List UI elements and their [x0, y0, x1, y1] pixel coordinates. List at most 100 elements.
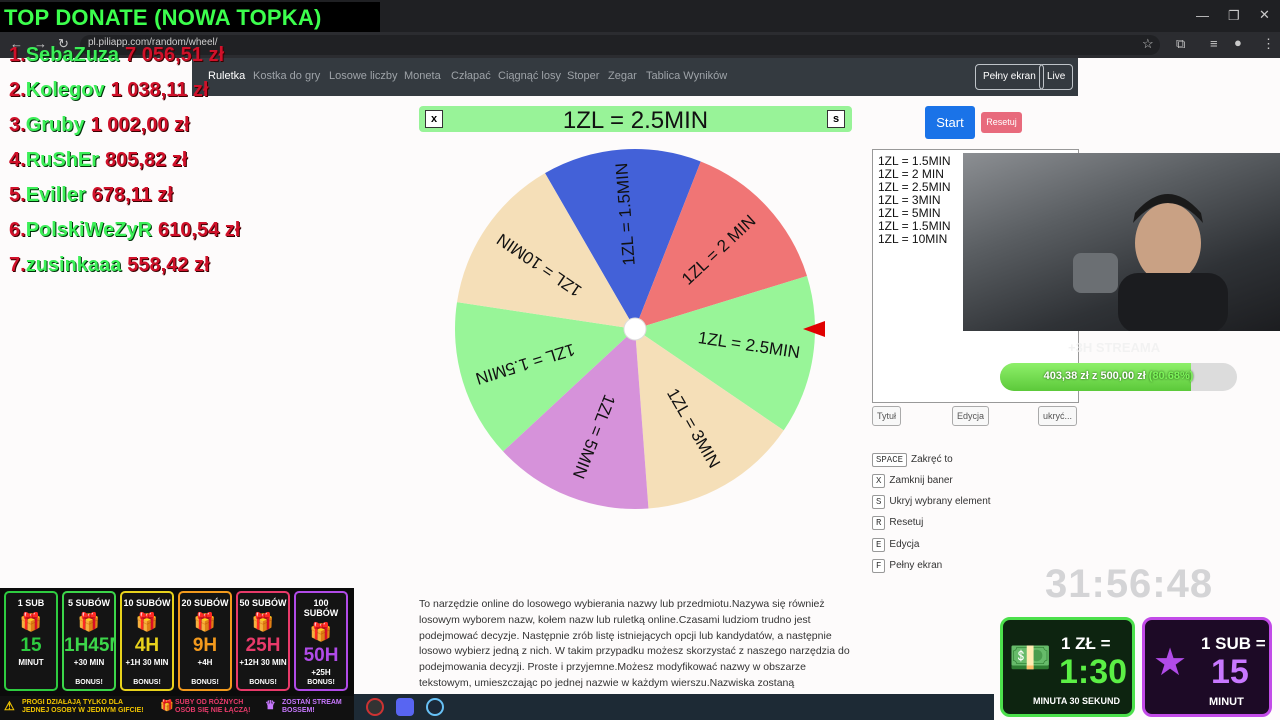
banner-text: 1ZL = 2.5MIN	[562, 107, 709, 134]
rate-zl-value: 1:30	[1059, 653, 1128, 691]
sub-tier-value: 25H	[245, 635, 281, 656]
sub-tier-foot: BONUS!	[307, 679, 335, 686]
donor-amount: 805,82 zł	[105, 149, 188, 171]
discord-icon[interactable]	[396, 698, 414, 716]
rate-zl-head: 1 ZŁ =	[1061, 634, 1111, 653]
donor-amount: 678,11 zł	[91, 184, 173, 206]
sub-tier-head: 5 SUBÓW	[67, 598, 110, 608]
donor-row: 6.PolskiWeZyR 610,54 zł	[9, 219, 240, 242]
sub-tier-head: 100 SUBÓW	[303, 598, 339, 618]
nav-losowe-liczby[interactable]: Losowe liczby	[329, 70, 397, 82]
sub-tier-bonus: +1H 30 MIN	[125, 658, 169, 667]
shortcut-x: X Zamknij baner	[872, 474, 953, 490]
donor-rank: 4.	[9, 149, 26, 171]
gift-icon: 🎁	[160, 700, 174, 712]
rate-card-zl: 💵 1 ZŁ = 1:30 MINUTA 30 SEKUND	[1000, 617, 1135, 717]
extensions-icon[interactable]: ⧉	[1176, 36, 1185, 52]
donor-rank: 6.	[9, 219, 26, 241]
bookmark-star-icon[interactable]: ☆	[1142, 36, 1154, 52]
nav-czlapac[interactable]: Człapać	[451, 70, 491, 82]
taskbar	[354, 694, 994, 720]
sub-tier-card: 1 SUB 🎁 15 MINUT	[4, 591, 58, 691]
donor-amount: 1 038,11 zł	[110, 79, 209, 101]
sub-tier-head: 50 SUBÓW	[239, 598, 287, 608]
gift-icon: 🎁	[77, 612, 101, 632]
profile-avatar[interactable]: ●	[1234, 35, 1242, 50]
donor-row: 5.Eviller 678,11 zł	[9, 184, 173, 207]
obs-icon[interactable]	[366, 698, 384, 716]
address-bar[interactable]	[80, 35, 1160, 55]
webcam-feed	[963, 153, 1280, 331]
donor-amount: 7 056,51 zł	[125, 44, 225, 66]
start-button[interactable]: Start	[925, 106, 975, 139]
browser-menu-icon[interactable]: ⋮	[1262, 36, 1275, 52]
sub-tier-bonus: MINUT	[18, 658, 44, 667]
donor-name: RuShEr	[25, 149, 100, 171]
restore-icon[interactable]: ❐	[1228, 8, 1240, 24]
sub-tier-card: 50 SUBÓW 🎁 25H +12H 30 MIN BONUS!	[236, 591, 290, 691]
nav-tablica[interactable]: Tablica Wyników	[646, 70, 727, 82]
fullscreen-button[interactable]: Pełny ekran	[975, 64, 1044, 90]
gift-icon: 🎁	[309, 622, 333, 642]
rate-sub-foot: MINUT	[1209, 696, 1244, 708]
sub-tier-value: 4H	[134, 635, 160, 656]
donor-name: PolskiWeZyR	[25, 219, 153, 241]
shortcut-key: R	[872, 516, 886, 530]
donor-amount: 1 002,00 zł	[90, 114, 190, 136]
live-button[interactable]: Live	[1039, 64, 1074, 90]
tool-description: To narzędzie online do losowego wybieran…	[419, 598, 850, 705]
reset-button[interactable]: Resetuj	[981, 112, 1022, 133]
nav-ruletka[interactable]: Ruletka	[208, 70, 245, 82]
shortcut-key: X	[872, 474, 886, 488]
sub-note: SUBY OD RÓŻNYCH OSÓB SIĘ NIE ŁĄCZĄ!	[175, 699, 251, 714]
shortcut-label: Resetuj	[889, 517, 924, 528]
close-window-icon[interactable]: ✕	[1259, 7, 1270, 23]
donor-amount: 558,42 zł	[127, 254, 210, 276]
subathon-timer: 31:56:48	[1045, 562, 1214, 606]
shortcut-key: S	[872, 495, 886, 509]
shortcut-label: Ukryj wybrany element	[889, 496, 991, 507]
nav-moneta[interactable]: Moneta	[404, 70, 441, 82]
sub-note: ZOSTAŃ STREAM BOSSEM!	[282, 699, 342, 714]
shortcut-e: E Edycja	[872, 538, 919, 554]
donor-row: 3.Gruby 1 002,00 zł	[9, 114, 190, 137]
donor-name: Kolegov	[25, 79, 105, 101]
steam-icon[interactable]	[426, 698, 444, 716]
nav-kostka[interactable]: Kostka do gry	[253, 70, 320, 82]
goal-amounts: 403,38 zł z 500,00 zł	[1043, 370, 1146, 382]
donor-rank: 3.	[9, 114, 26, 136]
title-button[interactable]: Tytuł	[872, 406, 902, 426]
roulette-wheel[interactable]: 1ZL = 1.5MIN 1ZL = 2 MIN1ZL = 2.5MIN1ZL =…	[420, 114, 860, 544]
wheel-hub	[623, 317, 647, 341]
gift-icon: 🎁	[135, 612, 159, 632]
sub-tier-head: 1 SUB	[17, 598, 45, 608]
donation-goal-text: 403,38 zł z 500,00 zł (80.68%)	[1000, 370, 1237, 382]
minimize-icon[interactable]: —	[1196, 8, 1209, 23]
shortcut-label: Pełny ekran	[889, 560, 943, 571]
nav-zegar[interactable]: Zegar	[608, 70, 637, 82]
donor-row: 2.Kolegov 1 038,11 zł	[9, 79, 208, 102]
nav-stoper[interactable]: Stoper	[567, 70, 599, 82]
nav-losy[interactable]: Ciągnąć losy	[498, 70, 561, 82]
money-icon: 💵	[1009, 639, 1052, 677]
streamer-silhouette	[1073, 194, 1228, 331]
gift-icon: 🎁	[251, 612, 275, 632]
sub-tier-foot: BONUS!	[191, 679, 219, 686]
sub-tier-value: 15	[20, 635, 42, 656]
rate-zl-foot: MINUTA 30 SEKUND	[1033, 696, 1121, 706]
sub-rules-strip: ⚠ PROGI DZIAŁAJĄ TYLKO DLA JEDNEJ OSOBY …	[0, 696, 354, 720]
banner-hide-button[interactable]: s	[827, 110, 845, 128]
sub-tier-foot: BONUS!	[133, 679, 161, 686]
edit-button[interactable]: Edycja	[952, 406, 990, 426]
sub-tier-bonus: +30 MIN	[73, 658, 105, 667]
rate-sub-head: 1 SUB =	[1201, 634, 1266, 653]
sub-tier-foot: BONUS!	[75, 679, 103, 686]
hide-button[interactable]: ukryć...	[1038, 406, 1078, 426]
shortcut-f: F Pełny ekran	[872, 559, 942, 575]
sub-tier-bonus: +12H 30 MIN	[239, 658, 287, 667]
rate-card-sub: ★ 1 SUB = 15 MINUT	[1142, 617, 1272, 717]
goal-percent: (80.68%)	[1148, 370, 1194, 382]
donor-name: zusinkaaa	[25, 254, 122, 276]
sub-tier-card: 20 SUBÓW 🎁 9H +4H BONUS!	[178, 591, 232, 691]
media-icon[interactable]: ≡	[1210, 36, 1218, 51]
